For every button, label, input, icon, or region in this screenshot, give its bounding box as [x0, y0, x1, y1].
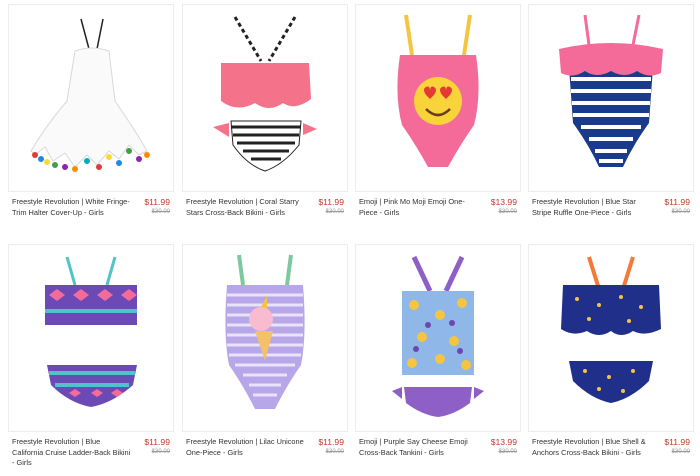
- emoji-onepiece-image: [397, 14, 479, 167]
- product-grid: Freestyle Revolution | White Fringe-Trim…: [0, 0, 700, 476]
- product-title[interactable]: Freestyle Revolution | Blue Shell & Anch…: [532, 437, 652, 458]
- product-title[interactable]: Freestyle Revolution | White Fringe-Trim…: [12, 197, 132, 218]
- purple-tankini-image: [392, 255, 484, 417]
- tribal-bikini-image: [45, 256, 137, 407]
- product-card[interactable]: Freestyle Revolution | Coral Starry Star…: [182, 0, 348, 232]
- product-image[interactable]: [528, 4, 694, 192]
- product-image[interactable]: [182, 244, 348, 432]
- product-card[interactable]: Freestyle Revolution | Blue Shell & Anch…: [528, 240, 694, 472]
- product-price: $13.99: [490, 197, 517, 207]
- product-price: $11.99: [664, 197, 690, 207]
- lilac-unicone-image: [225, 254, 305, 409]
- product-title[interactable]: Emoji | Purple Say Cheese Emoji Cross-Ba…: [359, 437, 479, 458]
- product-price: $11.99: [318, 437, 344, 447]
- product-card[interactable]: Freestyle Revolution | White Fringe-Trim…: [8, 0, 174, 232]
- product-image[interactable]: [528, 244, 694, 432]
- product-old-price: $30.00: [325, 209, 344, 215]
- product-image[interactable]: [355, 244, 521, 432]
- product-old-price: $30.00: [671, 449, 690, 455]
- product-price: $11.99: [144, 197, 170, 207]
- product-old-price: $30.00: [325, 449, 344, 455]
- product-card[interactable]: Emoji | Pink Mo Moji Emoji One-Piece - G…: [355, 0, 521, 232]
- blue-stripe-onepiece-image: [559, 14, 663, 167]
- product-title[interactable]: Freestyle Revolution | Coral Starry Star…: [186, 197, 306, 218]
- product-old-price: $30.00: [498, 449, 517, 455]
- product-image[interactable]: [8, 4, 174, 192]
- product-old-price: $30.00: [498, 209, 517, 215]
- white-coverup-image: [30, 18, 150, 172]
- navy-anchors-bikini-image: [561, 256, 661, 403]
- product-card[interactable]: Freestyle Revolution | Lilac Unicone One…: [182, 240, 348, 472]
- product-title[interactable]: Freestyle Revolution | Lilac Unicone One…: [186, 437, 306, 458]
- product-image[interactable]: [355, 4, 521, 192]
- product-price: $11.99: [318, 197, 344, 207]
- coral-bikini-image: [213, 16, 317, 172]
- product-card[interactable]: Freestyle Revolution | Blue California C…: [8, 240, 174, 472]
- product-title[interactable]: Freestyle Revolution | Blue California C…: [12, 437, 132, 469]
- product-price: $11.99: [664, 437, 690, 447]
- product-old-price: $30.00: [151, 449, 170, 455]
- product-title[interactable]: Freestyle Revolution | Blue Star Stripe …: [532, 197, 652, 218]
- product-price: $13.99: [490, 437, 517, 447]
- product-old-price: $30.00: [151, 209, 170, 215]
- product-image[interactable]: [8, 244, 174, 432]
- product-price: $11.99: [144, 437, 170, 447]
- product-image[interactable]: [182, 4, 348, 192]
- product-card[interactable]: Emoji | Purple Say Cheese Emoji Cross-Ba…: [355, 240, 521, 472]
- product-card[interactable]: Freestyle Revolution | Blue Star Stripe …: [528, 0, 694, 232]
- product-title[interactable]: Emoji | Pink Mo Moji Emoji One-Piece - G…: [359, 197, 479, 218]
- product-old-price: $30.00: [671, 209, 690, 215]
